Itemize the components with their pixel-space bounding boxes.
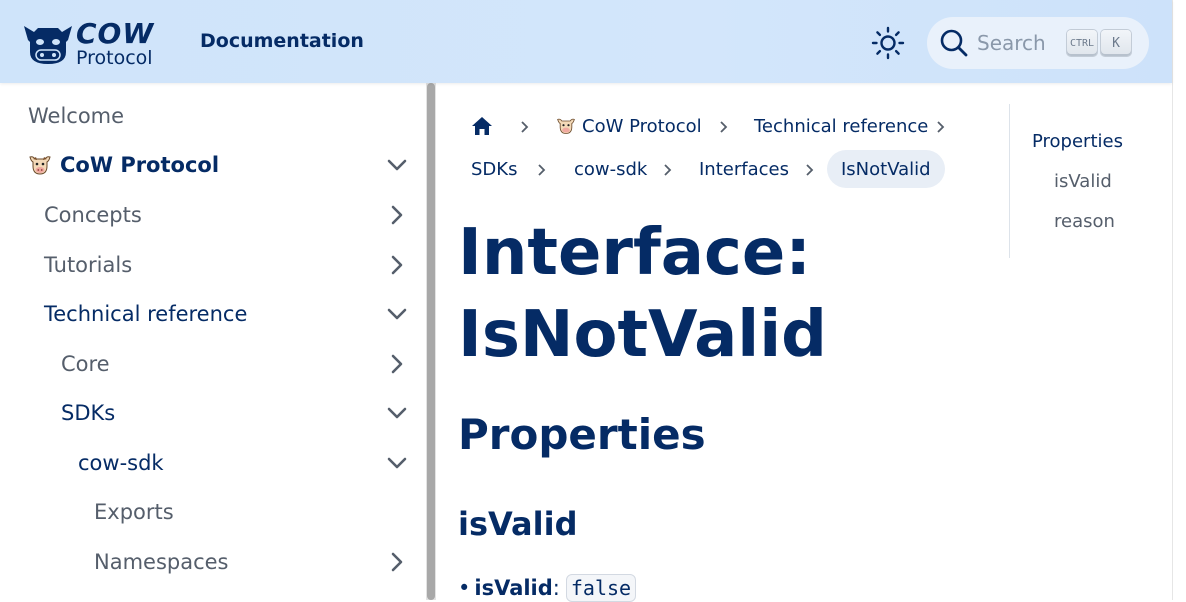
page-title-line: IsNotValid — [458, 298, 827, 372]
kbd-ctrl: CTRL — [1067, 30, 1097, 56]
logo-word: COW — [76, 17, 155, 50]
breadcrumb-item[interactable]: CoW Protocol — [556, 107, 702, 145]
breadcrumb-item[interactable]: Technical reference — [754, 107, 928, 145]
toc-item-reason[interactable]: reason — [1054, 211, 1115, 232]
logo-text: COW Protocol — [76, 20, 154, 68]
sidebar-item-namespaces[interactable]: Namespaces — [94, 542, 408, 582]
property-value-code: false — [565, 574, 637, 602]
breadcrumb-item[interactable]: SDKs — [471, 150, 517, 188]
sidebar-scrollbar-thumb[interactable] — [427, 83, 435, 600]
sidebar-item-label: Concepts — [44, 203, 142, 227]
breadcrumb-home[interactable] — [470, 107, 498, 145]
breadcrumb-separator-icon — [937, 121, 945, 133]
property-heading: isValid — [458, 505, 578, 543]
sidebar-item-label: Namespaces — [94, 550, 229, 574]
cow-emoji-icon — [29, 156, 51, 175]
nav-title-link[interactable]: Documentation — [200, 30, 364, 52]
sidebar-item-sdks[interactable]: SDKs — [61, 393, 408, 433]
breadcrumb-label: CoW Protocol — [582, 115, 702, 137]
sidebar-item-label: SDKs — [61, 401, 116, 425]
chevron-down-icon[interactable] — [386, 402, 408, 424]
chevron-right-icon[interactable] — [386, 254, 408, 276]
breadcrumb-label: SDKs — [471, 158, 518, 180]
breadcrumb-separator-icon — [521, 121, 529, 133]
search-placeholder: Search — [977, 31, 1046, 55]
breadcrumb-separator-icon — [664, 164, 672, 176]
sidebar-item-tutorials[interactable]: Tutorials — [44, 245, 408, 285]
sidebar-item-cow-protocol[interactable]: CoW Protocol — [28, 145, 408, 185]
breadcrumb-label: Interfaces — [699, 158, 789, 180]
toc-border — [1009, 104, 1010, 258]
home-icon — [472, 117, 492, 135]
breadcrumb-label: IsNotValid — [841, 158, 931, 180]
sidebar-item-label: cow-sdk — [78, 451, 164, 475]
sidebar-item-label: Welcome — [28, 104, 125, 128]
page-scrollbar[interactable] — [1172, 0, 1186, 600]
theme-toggle-button[interactable] — [870, 25, 906, 61]
page-title-line: Interface: — [458, 216, 811, 290]
sidebar-item-welcome[interactable]: Welcome — [28, 96, 408, 136]
bullet-dot: • — [458, 576, 471, 600]
breadcrumb-current: IsNotValid — [827, 150, 945, 188]
search-icon — [940, 29, 968, 57]
list-item: • isValid : false — [458, 574, 637, 602]
toc-item-isvalid[interactable]: isValid — [1054, 171, 1112, 192]
cow-protocol-logo[interactable]: COW Protocol — [22, 20, 172, 68]
sidebar-item-technical-reference[interactable]: Technical reference — [44, 294, 408, 334]
logo-subtitle: Protocol — [76, 47, 153, 69]
top-navbar: COW Protocol Documentation Search CTRL K — [0, 0, 1172, 83]
section-heading: Properties — [458, 410, 706, 459]
property-name: isValid — [474, 576, 553, 600]
breadcrumb-item[interactable]: cow-sdk — [574, 150, 647, 188]
breadcrumb-separator-icon — [806, 164, 814, 176]
chevron-right-icon[interactable] — [386, 204, 408, 226]
chevron-right-icon[interactable] — [386, 353, 408, 375]
chevron-down-icon[interactable] — [386, 154, 408, 176]
breadcrumb-separator-icon — [720, 121, 728, 133]
toc-item-properties[interactable]: Properties — [1032, 131, 1123, 152]
sidebar-item-label: Core — [61, 352, 110, 376]
kbd-k: K — [1101, 30, 1131, 56]
breadcrumb-label: cow-sdk — [574, 158, 648, 180]
sidebar-item-label: Technical reference — [44, 302, 248, 326]
sidebar-item-exports[interactable]: Exports — [94, 492, 408, 532]
cow-emoji-icon — [557, 118, 575, 134]
sun-icon — [871, 26, 905, 60]
sidebar: Welcome CoW Protocol Concepts Tutorials … — [0, 83, 426, 600]
breadcrumb-item[interactable]: Interfaces — [699, 150, 789, 188]
sidebar-item-label: Exports — [94, 500, 174, 524]
property-separator: : — [552, 576, 560, 600]
cow-logo-icon — [24, 26, 72, 64]
sidebar-item-label: CoW Protocol — [60, 153, 220, 177]
page-title: Interface: IsNotValid — [458, 212, 827, 376]
sidebar-item-core[interactable]: Core — [61, 344, 408, 384]
chevron-down-icon[interactable] — [386, 452, 408, 474]
sidebar-item-cow-sdk[interactable]: cow-sdk — [78, 443, 408, 483]
breadcrumb-label: Technical reference — [754, 115, 929, 137]
sidebar-item-label: Tutorials — [44, 253, 133, 277]
sidebar-item-concepts[interactable]: Concepts — [44, 195, 408, 235]
chevron-down-icon[interactable] — [386, 303, 408, 325]
breadcrumb-separator-icon — [538, 164, 546, 176]
chevron-right-icon[interactable] — [386, 551, 408, 573]
search-button[interactable]: Search CTRL K — [927, 17, 1149, 69]
